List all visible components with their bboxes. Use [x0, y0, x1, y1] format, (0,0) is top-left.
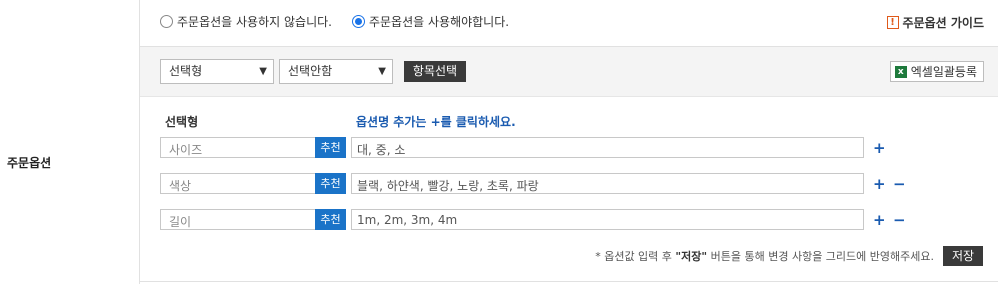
chevron-down-icon: ▼ [259, 66, 267, 77]
option-values-input[interactable]: 블랙, 하얀색, 빨강, 노랑, 초록, 파랑 [351, 173, 864, 194]
type-column-header: 선택형 [165, 115, 199, 129]
chevron-down-icon: ▼ [378, 66, 386, 77]
required-select-value: 선택안함 [288, 64, 333, 78]
bottom-divider [140, 281, 998, 282]
option-name-value: 사이즈 [169, 143, 203, 157]
add-option-icon[interactable]: + [873, 139, 886, 157]
option-values-input[interactable]: 1m, 2m, 3m, 4m [351, 209, 864, 230]
excel-upload-label: 엑셀일괄등록 [910, 65, 977, 79]
option-toolbar: 선택형 ▼ 선택안함 ▼ 항목선택 x 엑셀일괄등록 [140, 47, 998, 97]
radio-label: 주문옵션을 사용해야합니다. [368, 15, 510, 29]
radio-label: 주문옵션을 사용하지 않습니다. [177, 15, 332, 29]
excel-upload-button[interactable]: x 엑셀일괄등록 [889, 61, 984, 82]
item-select-button[interactable]: 항목선택 [404, 61, 466, 82]
type-select[interactable]: 선택형 ▼ [160, 59, 274, 84]
required-select[interactable]: 선택안함 ▼ [279, 59, 393, 84]
option-guide-link[interactable]: ! 주문옵션 가이드 [886, 14, 984, 31]
radio-no-option[interactable]: 주문옵션을 사용하지 않습니다. [160, 13, 332, 30]
add-option-icon[interactable]: + [873, 175, 886, 193]
option-name-value: 길이 [169, 215, 192, 229]
option-values-text: 블랙, 하얀색, 빨강, 노랑, 초록, 파랑 [357, 179, 539, 193]
radio-group: 주문옵션을 사용하지 않습니다. 주문옵션을 사용해야합니다. [160, 13, 509, 30]
option-values-text: 1m, 2m, 3m, 4m [357, 213, 458, 227]
add-option-icon[interactable]: + [873, 211, 886, 229]
left-label-column: 주문옵션 [0, 0, 140, 284]
hint-bold: "저장" [675, 250, 708, 263]
option-row: 색상 추천 블랙, 하얀색, 빨강, 노랑, 초록, 파랑 [160, 173, 864, 194]
hint-suffix: 버튼을 통해 변경 사항을 그리드에 반영해주세요. [707, 250, 934, 263]
exclamation-icon: ! [886, 16, 899, 29]
recommend-button[interactable]: 추천 [315, 137, 346, 158]
radio-button-checked[interactable] [351, 15, 365, 28]
option-values-input[interactable]: 대, 중, 소 [351, 137, 864, 158]
save-hint-text: * 옵션값 입력 후 "저장" 버튼을 통해 변경 사항을 그리드에 반영해주세… [595, 248, 934, 264]
type-select-value: 선택형 [169, 64, 203, 78]
option-row: 길이 추천 1m, 2m, 3m, 4m [160, 209, 864, 230]
recommend-button[interactable]: 추천 [315, 173, 346, 194]
excel-icon: x [894, 65, 907, 78]
save-button[interactable]: 저장 [943, 246, 983, 266]
option-values-text: 대, 중, 소 [357, 143, 406, 157]
remove-option-icon[interactable]: − [893, 211, 906, 229]
radio-use-option[interactable]: 주문옵션을 사용해야합니다. [351, 13, 510, 30]
remove-option-icon[interactable]: − [893, 175, 906, 193]
hint-prefix: * 옵션값 입력 후 [595, 250, 676, 263]
guide-label: 주문옵션 가이드 [902, 16, 984, 30]
option-usage-row: 주문옵션을 사용하지 않습니다. 주문옵션을 사용해야합니다. ! 주문옵션 가… [140, 0, 998, 47]
recommend-button[interactable]: 추천 [315, 209, 346, 230]
option-column-header: 옵션명 추가는 +를 클릭하세요. [356, 115, 516, 129]
option-row: 사이즈 추천 대, 중, 소 [160, 137, 864, 158]
radio-button-unchecked[interactable] [160, 15, 173, 28]
option-name-value: 색상 [169, 179, 192, 193]
section-label: 주문옵션 [7, 156, 52, 170]
